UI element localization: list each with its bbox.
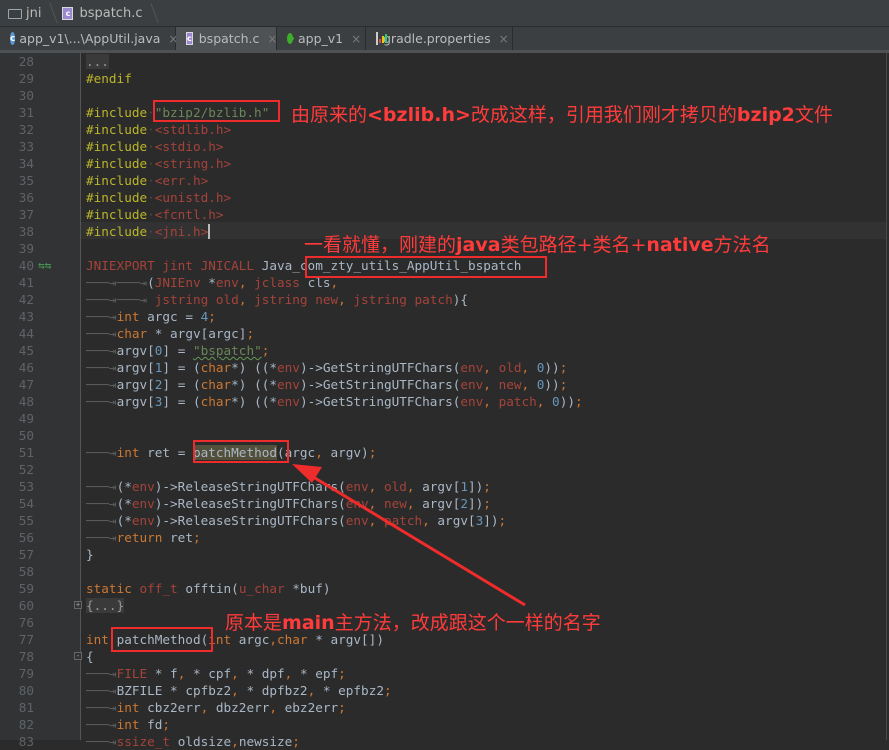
code-editor[interactable]: 28... 29 #endif 30 31 #include·"bzip2/bzlib.h…	[0, 53, 889, 749]
c-file-icon: c	[62, 6, 74, 20]
breadcrumb-item-bspatch[interactable]: c bspatch.c	[60, 0, 146, 26]
tab-label: gradle.properties	[383, 31, 491, 46]
close-icon[interactable]: ×	[351, 32, 361, 46]
breadcrumb: jni c bspatch.c	[0, 0, 889, 27]
tab-gradle-properties[interactable]: gradle.properties ×	[366, 27, 513, 50]
close-icon[interactable]: ×	[267, 32, 277, 46]
tab-label: app_v1	[298, 31, 344, 46]
breadcrumb-label: bspatch.c	[79, 5, 143, 21]
tab-apputil-java[interactable]: c app_v1\...\AppUtil.java ×	[0, 27, 178, 50]
c-file-icon: c	[186, 32, 193, 45]
close-icon[interactable]: ×	[499, 32, 509, 46]
breadcrumb-item-jni[interactable]: jni	[0, 0, 45, 26]
tab-app-v1[interactable]: app_v1 ×	[277, 27, 366, 50]
tab-label: bspatch.c	[198, 31, 260, 46]
module-icon	[287, 33, 294, 44]
java-class-icon: c	[10, 32, 16, 45]
arrow-shaft	[304, 470, 526, 607]
gradle-properties-icon	[376, 32, 387, 45]
editor-tab-bar: c app_v1\...\AppUtil.java × c bspatch.c …	[0, 27, 889, 53]
folder-icon	[8, 9, 22, 19]
annotation-arrow	[292, 464, 526, 607]
breadcrumb-label: jni	[26, 5, 42, 21]
tab-bspatch-c[interactable]: c bspatch.c ×	[176, 27, 277, 50]
tab-label: app_v1\...\AppUtil.java	[19, 31, 161, 46]
